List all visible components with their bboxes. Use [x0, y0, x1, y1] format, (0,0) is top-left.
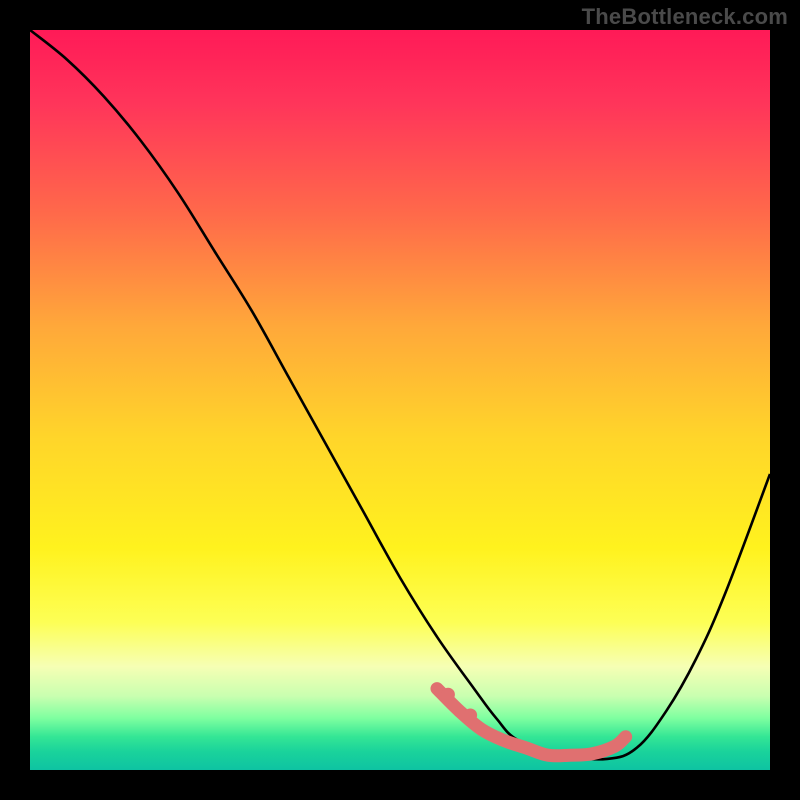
highlight-dot: [464, 708, 478, 722]
highlight-dot: [441, 688, 455, 702]
plot-area: [30, 30, 770, 770]
chart-stage: TheBottleneck.com: [0, 0, 800, 800]
chart-svg: [30, 30, 770, 770]
watermark-text: TheBottleneck.com: [582, 4, 788, 30]
